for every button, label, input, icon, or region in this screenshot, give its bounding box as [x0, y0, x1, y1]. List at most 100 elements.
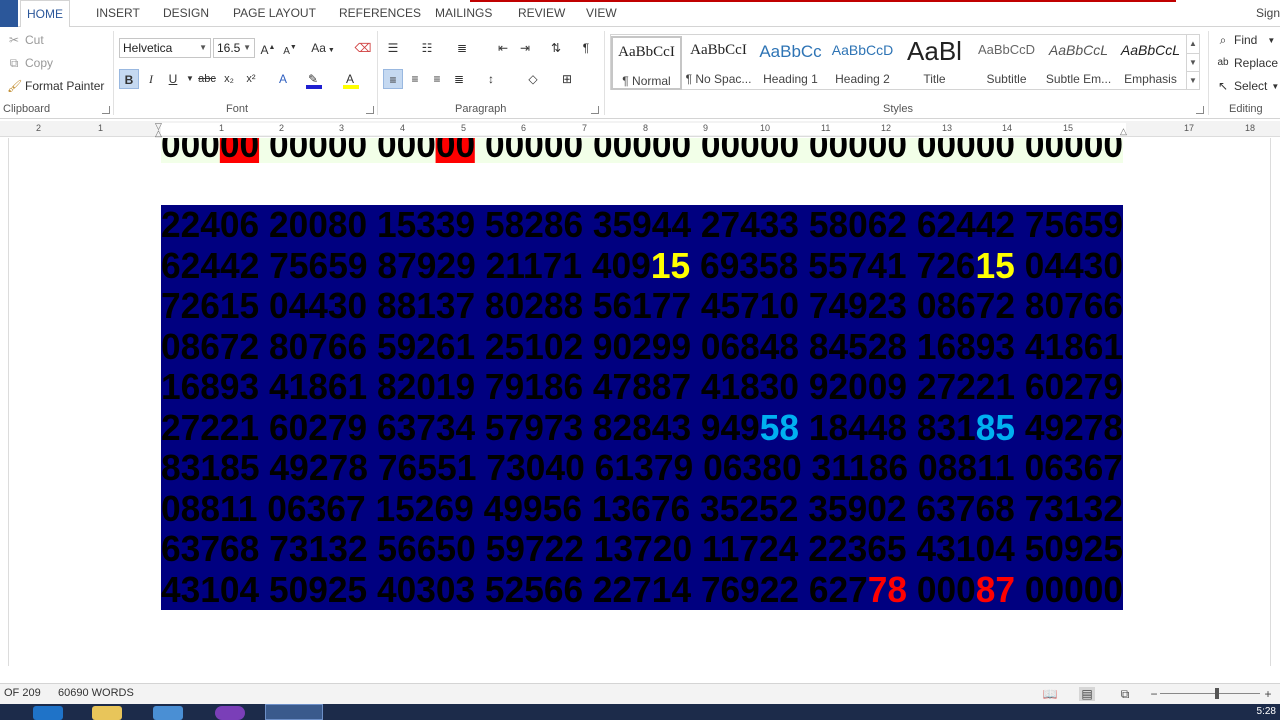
shrink-font-button[interactable]: A▼ — [280, 38, 300, 58]
styles-scroll[interactable]: ▲ ▼ ▼ — [1186, 34, 1200, 90]
replace-button[interactable]: ab Replace — [1216, 56, 1278, 70]
number-line: 62442 75659 87929 21171 40915 69358 5574… — [161, 244, 1123, 286]
tab-home[interactable]: HOME — [20, 0, 70, 28]
ruler-number: 1 — [98, 123, 104, 133]
cut-button[interactable]: ✂ Cut — [7, 33, 44, 47]
style-emphasis[interactable]: AaBbCcL Emphasis — [1115, 36, 1186, 90]
read-mode-icon[interactable]: 📖 — [1042, 687, 1058, 701]
right-indent-marker-icon[interactable]: △ — [1120, 126, 1127, 137]
font-launcher-icon[interactable] — [366, 106, 374, 114]
tab-insert[interactable]: INSERT — [90, 0, 146, 27]
tab-view[interactable]: VIEW — [580, 0, 623, 27]
subscript-button[interactable]: x₂ — [219, 69, 239, 89]
sort-icon[interactable]: ⇅ — [546, 38, 566, 58]
horizontal-ruler[interactable]: 2 1 1 2 3 4 5 6 7 8 9 10 11 12 13 14 15 … — [0, 121, 1280, 138]
justify-icon[interactable]: ≣ — [449, 69, 469, 89]
strikethrough-button[interactable]: abc — [197, 69, 217, 89]
superscript-button[interactable]: x² — [241, 69, 261, 89]
number-text: 69358 55741 726 — [690, 244, 976, 286]
more-styles-icon[interactable]: ▼ — [1187, 71, 1199, 89]
ribbon-tab-bar: HOME INSERT DESIGN PAGE LAYOUT REFERENCE… — [0, 0, 1280, 28]
tab-mailings[interactable]: MAILINGS — [429, 0, 498, 27]
align-left-icon[interactable]: ≡ — [383, 69, 403, 89]
increase-indent-icon[interactable]: ⇥ — [515, 38, 535, 58]
numbering-icon[interactable]: ☷ — [417, 38, 437, 58]
clear-formatting-icon[interactable]: ⌫ — [353, 38, 373, 58]
show-paragraph-marks-icon[interactable]: ¶ — [576, 38, 596, 58]
web-layout-icon[interactable]: ⧉ — [1117, 687, 1133, 701]
cursor-icon: ↖ — [1217, 79, 1229, 93]
number-text: 27221 60279 63734 57973 82843 949 — [161, 406, 760, 448]
highlighted-digits: 85 — [975, 406, 1016, 448]
zoom-slider-thumb[interactable] — [1215, 688, 1219, 699]
shading-icon[interactable]: ◇ — [523, 69, 543, 89]
chevron-down-icon: ▼ — [199, 43, 207, 52]
media-player-icon[interactable] — [153, 706, 183, 720]
tab-page-layout[interactable]: PAGE LAYOUT — [227, 0, 322, 27]
group-separator — [604, 31, 605, 115]
app-icon[interactable] — [215, 706, 245, 720]
tab-design[interactable]: DESIGN — [157, 0, 215, 27]
word-count[interactable]: 60690 WORDS — [58, 687, 134, 699]
sign-in-link[interactable]: Sign — [1256, 0, 1280, 27]
file-explorer-icon[interactable] — [92, 706, 122, 720]
decrease-indent-icon[interactable]: ⇤ — [493, 38, 513, 58]
align-right-icon[interactable]: ≡ — [427, 69, 447, 89]
style-preview: AaBbCcD — [977, 42, 1036, 57]
style-subtitle[interactable]: AaBbCcD Subtitle — [971, 36, 1042, 90]
page-edge — [1270, 138, 1271, 666]
text-effects-button[interactable]: A — [273, 69, 293, 89]
font-name-box[interactable]: Helvetica ▼ — [119, 38, 211, 58]
bold-button[interactable]: B — [119, 69, 139, 89]
borders-icon[interactable]: ⊞ — [557, 69, 577, 89]
word-taskbar-button[interactable] — [265, 704, 323, 720]
tab-references[interactable]: REFERENCES — [333, 0, 427, 27]
style-normal[interactable]: AaBbCcI ¶ Normal — [611, 36, 682, 90]
paragraph-launcher-icon[interactable] — [591, 106, 599, 114]
styles-group-label: Styles — [883, 103, 913, 115]
highlighted-number-block[interactable]: 22406 20080 15339 58286 35944 27433 5806… — [161, 205, 1123, 610]
line-spacing-icon[interactable]: ↕ — [481, 69, 501, 89]
ruler-number: 6 — [521, 123, 527, 133]
style-heading-1[interactable]: AaBbCc Heading 1 — [755, 36, 826, 90]
styles-launcher-icon[interactable] — [1196, 106, 1204, 114]
chevron-up-icon[interactable]: ▲ — [1187, 35, 1199, 53]
change-case-button[interactable]: Aa ▼ — [308, 38, 338, 58]
chevron-down-icon[interactable]: ▼ — [1187, 53, 1199, 71]
chevron-down-icon: ▼ — [243, 43, 251, 52]
style-name: Title — [923, 72, 946, 86]
highlighted-digits: 15 — [650, 244, 691, 286]
font-size-box[interactable]: 16.5 ▼ — [213, 38, 255, 58]
multilevel-list-icon[interactable]: ≣ — [452, 38, 472, 58]
title-accent-line — [470, 0, 1176, 2]
style-no-spacing[interactable]: AaBbCcI ¶ No Spac... — [683, 36, 754, 90]
number-line: 83185 49278 76551 73040 61379 06380 3118… — [161, 448, 1123, 488]
grow-font-button[interactable]: A▲ — [258, 38, 278, 58]
select-button[interactable]: ↖ Select ▼ — [1216, 79, 1279, 93]
style-heading-2[interactable]: AaBbCcD Heading 2 — [827, 36, 898, 90]
style-subtle-emphasis[interactable]: AaBbCcL Subtle Em... — [1043, 36, 1114, 90]
style-name: Heading 1 — [763, 72, 818, 86]
tab-review[interactable]: REVIEW — [512, 0, 571, 27]
number-text: 49278 — [1015, 406, 1123, 448]
number-text: 00000 — [1015, 568, 1123, 610]
page-count[interactable]: OF 209 — [4, 687, 41, 699]
zoom-slider[interactable] — [1160, 693, 1260, 694]
ruler-number: 11 — [821, 123, 831, 133]
italic-button[interactable]: I — [141, 69, 161, 89]
find-button[interactable]: ⌕ Find ▼ — [1216, 33, 1276, 47]
copy-button[interactable]: ⧉ Copy — [7, 56, 53, 70]
clipboard-launcher-icon[interactable] — [102, 106, 110, 114]
align-center-icon[interactable]: ≡ — [405, 69, 425, 89]
find-label: Find — [1234, 33, 1258, 47]
file-menu-button[interactable] — [0, 0, 18, 27]
group-separator — [377, 31, 378, 115]
style-title[interactable]: AaBl Title — [899, 36, 970, 90]
zoom-in-icon[interactable]: + — [1260, 687, 1276, 701]
print-layout-icon[interactable]: ▤ — [1079, 687, 1095, 701]
format-painter-button[interactable]: 🖌 Format Painter — [7, 79, 104, 93]
zoom-out-icon[interactable]: − — [1146, 687, 1162, 701]
bullets-icon[interactable]: ☰ — [383, 38, 403, 58]
style-preview: AaBbCcD — [831, 42, 894, 58]
internet-explorer-icon[interactable] — [33, 706, 63, 720]
